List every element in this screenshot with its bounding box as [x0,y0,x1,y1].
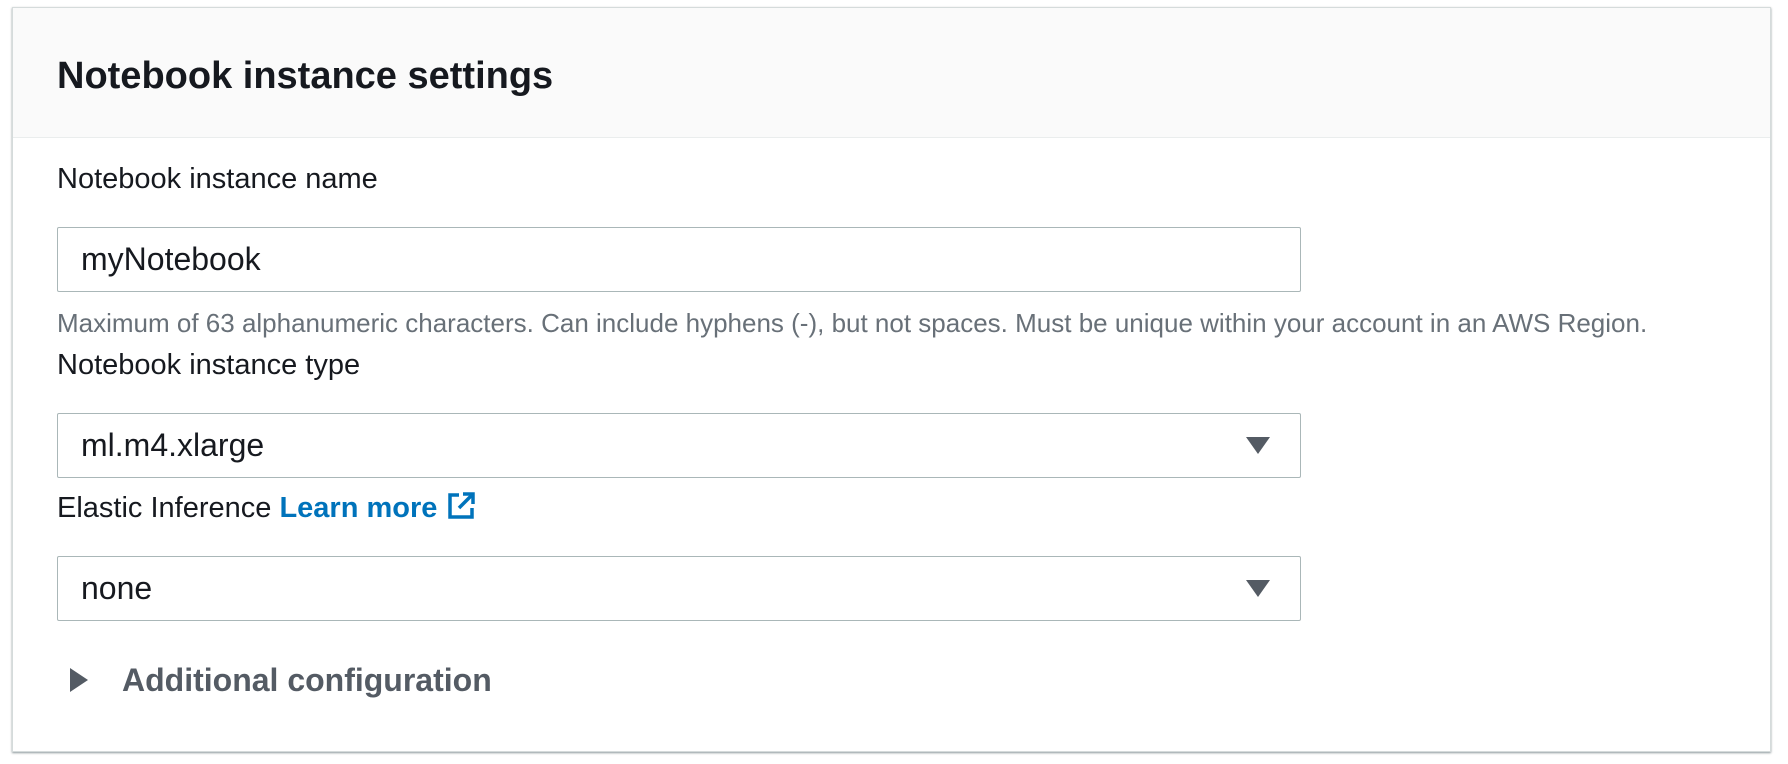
learn-more-text: Learn more [279,492,438,524]
elastic-inference-label: Elastic Inference [57,492,272,524]
instance-type-value: ml.m4.xlarge [81,427,265,463]
elastic-inference-select[interactable]: none [57,556,1301,621]
panel-title: Notebook instance settings [57,55,554,97]
elastic-inference-value: none [81,570,153,606]
notebook-settings-panel: Notebook instance settings Notebook inst… [12,7,1771,752]
external-link-icon [448,492,476,520]
learn-more-link[interactable]: Learn more [279,492,477,524]
caret-down-icon [1246,437,1270,454]
elastic-inference-label-row: Elastic Inference Learn more [57,489,477,527]
instance-type-select[interactable]: ml.m4.xlarge [57,413,1301,478]
additional-configuration-label: Additional configuration [122,662,492,698]
panel-header: Notebook instance settings [13,8,1770,138]
caret-down-icon [1246,580,1270,597]
caret-right-icon [70,668,88,692]
notebook-name-input[interactable] [57,227,1301,292]
notebook-name-hint: Maximum of 63 alphanumeric characters. C… [57,308,1648,338]
instance-type-label: Notebook instance type [57,349,361,381]
notebook-name-label: Notebook instance name [57,163,378,195]
